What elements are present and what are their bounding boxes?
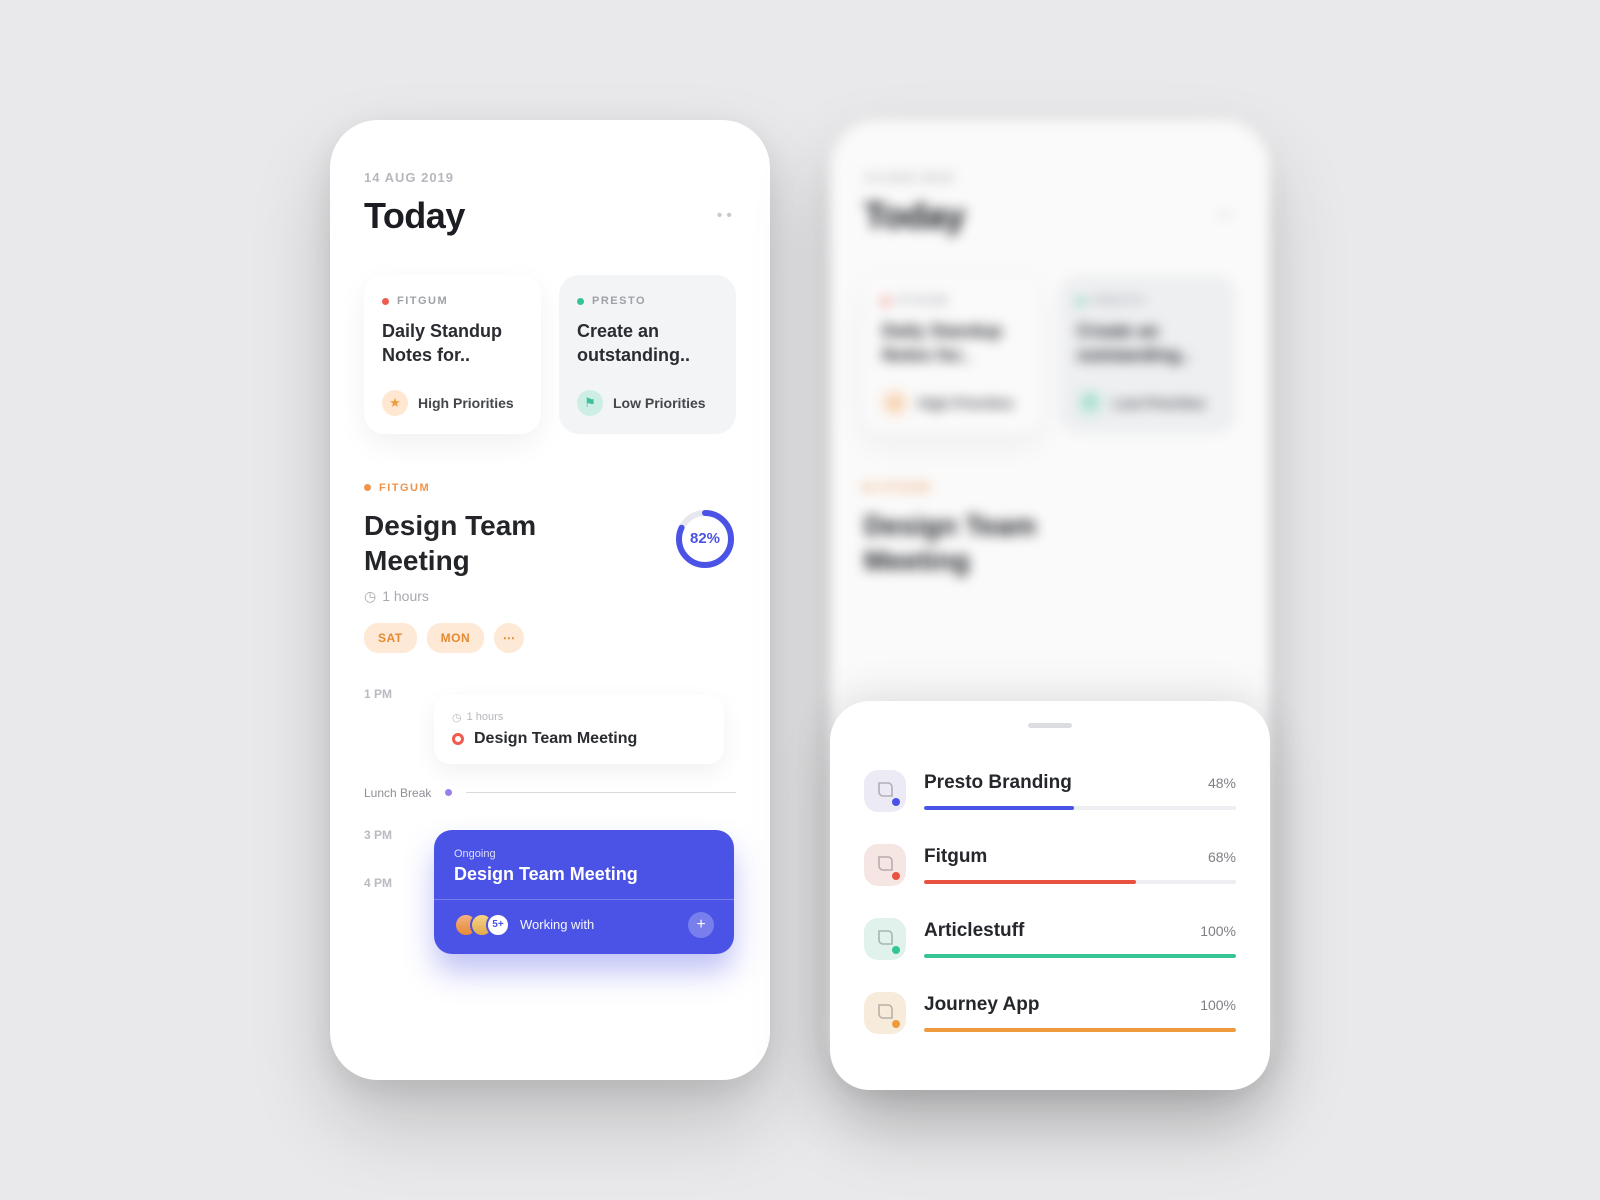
clock-icon: ◷ [452,711,462,724]
task-card-fitgum[interactable]: FITGUM Daily Standup Notes for.. ★ High … [364,275,541,434]
drag-handle[interactable] [1028,723,1072,728]
project-icon [864,992,906,1034]
event-title: Design Team Meeting [474,730,637,748]
projects-sheet[interactable]: Presto Branding 48% Fitgum 68% Articlest [830,701,1270,1090]
project-row[interactable]: Articlestuff 100% [864,902,1236,976]
chip-more[interactable]: ⋯ [494,623,524,653]
timeline: 1 PM ◷1 hours Design Team Meeting Lunch … [364,687,736,954]
project-percent: 100% [1200,997,1236,1013]
project-row[interactable]: Journey App 100% [864,976,1236,1050]
clock-icon: ◷ [364,588,376,605]
project-name: Articlestuff [924,920,1024,942]
lunch-dot-icon [445,789,452,796]
project-name: Journey App [924,994,1039,1016]
chip-sat[interactable]: SAT [364,623,417,653]
time-3pm: 3 PM [364,828,434,842]
progress-ring: 82% [674,508,736,570]
star-icon: ★ [382,390,408,416]
task-title: Daily Standup Notes for.. [382,319,523,368]
flag-icon: ⚑ [577,390,603,416]
project-icon [864,844,906,886]
avatar-stack: 5+ [454,913,510,937]
project-name: Fitgum [924,846,987,868]
progress-bar [924,1028,1236,1032]
chip-mon[interactable]: MON [427,623,485,653]
divider [466,792,736,793]
project-row[interactable]: Fitgum 68% [864,828,1236,902]
project-percent: 48% [1208,775,1236,791]
avatar-overflow: 5+ [486,913,510,937]
priority-label: High Priorities [418,395,514,411]
task-card-presto[interactable]: PRESTO Create an outstanding.. ⚑ Low Pri… [559,275,736,434]
project-row[interactable]: Presto Branding 48% [864,754,1236,828]
timeline-event[interactable]: ◷1 hours Design Team Meeting [434,695,724,764]
date-label: 14 AUG 2019 [364,170,736,185]
today-screen: 14 AUG 2019 Today •• FITGUM Daily Standu… [330,120,770,1080]
progress-value: 82% [674,508,736,570]
ongoing-title: Design Team Meeting [454,864,714,885]
projects-screen-stack: 14 AUG 2019 Today •• FITGUM Daily Standu… [830,120,1270,1080]
progress-bar [924,880,1236,884]
task-title: Create an outstanding.. [577,319,718,368]
tag-label: FITGUM [379,482,430,494]
project-name: Presto Branding [924,772,1072,794]
project-percent: 100% [1200,923,1236,939]
lunch-label: Lunch Break [364,786,431,800]
project-percent: 68% [1208,849,1236,865]
working-with-label: Working with [520,917,594,932]
divider [434,899,734,900]
tag-dot [382,298,389,305]
add-button[interactable]: + [688,912,714,938]
tag-label: PRESTO [592,295,646,307]
tag-dot [364,484,371,491]
tag-dot [577,298,584,305]
meeting-section: FITGUM Design Team Meeting 82% ◷ 1 hours… [364,482,736,653]
progress-bar [924,806,1236,810]
ongoing-tag: Ongoing [454,848,714,860]
time-4pm: 4 PM [364,876,434,890]
tag-label: FITGUM [397,295,448,307]
ongoing-event-card[interactable]: Ongoing Design Team Meeting 5+ Working w… [434,830,734,954]
project-icon [864,918,906,960]
duration-label: ◷ 1 hours [364,588,736,605]
more-icon[interactable]: •• [717,207,736,225]
priority-label: Low Priorities [613,395,706,411]
project-icon [864,770,906,812]
page-title: Today [364,195,465,237]
meeting-title: Design Team Meeting [364,508,624,578]
progress-bar [924,954,1236,958]
event-marker-icon [452,733,464,745]
